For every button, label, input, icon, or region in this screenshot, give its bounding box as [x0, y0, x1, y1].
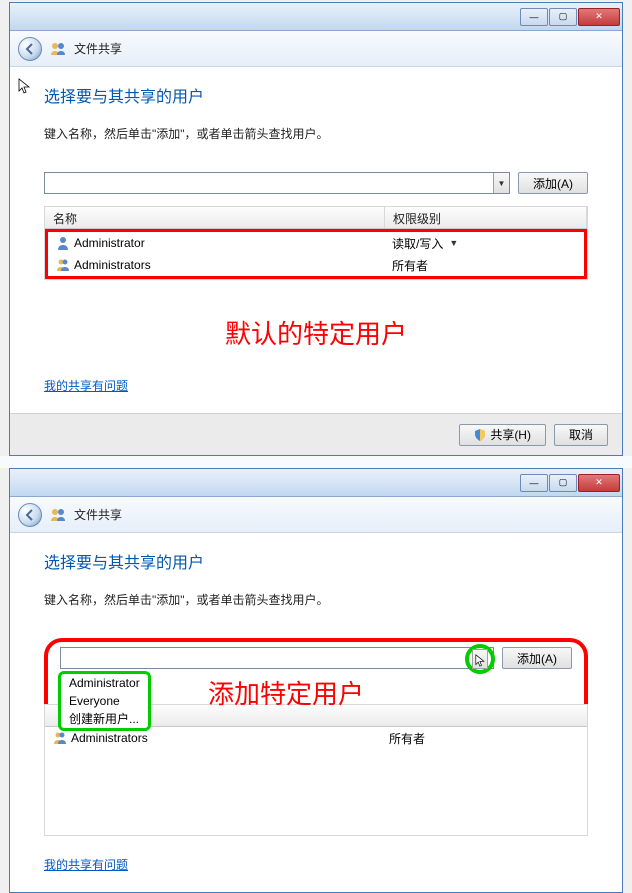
user-combo-box[interactable]: ▼ — [44, 172, 510, 194]
cursor-pointer-icon — [475, 654, 488, 667]
annotation-red-box: Administrator 读取/写入 ▼ Administrators 所有者 — [45, 229, 587, 279]
column-header-permission[interactable]: 权限级别 — [385, 207, 587, 228]
dropdown-button[interactable]: ▼ — [493, 173, 509, 193]
back-button[interactable] — [18, 503, 42, 527]
dialog-header: 文件共享 — [10, 497, 622, 533]
annotation-text: 添加特定用户 — [208, 674, 364, 711]
arrow-left-icon — [22, 507, 38, 523]
file-sharing-dialog-2: — ▢ ✕ 文件共享 选择要与其共享的用户 键入名称，然后单击"添加"，或者单击… — [9, 468, 623, 893]
section-heading: 选择要与其共享的用户 — [44, 83, 588, 107]
user-input[interactable] — [61, 648, 493, 668]
dropdown-item[interactable]: Administrator — [63, 674, 146, 692]
group-icon — [53, 731, 67, 745]
user-icon — [56, 236, 70, 250]
minimize-button[interactable]: — — [520, 8, 548, 26]
group-icon — [56, 258, 70, 272]
titlebar: — ▢ ✕ — [10, 3, 622, 31]
dropdown-list: Administrator Everyone 创建新用户... — [58, 671, 151, 731]
help-link[interactable]: 我的共享有问题 — [44, 858, 128, 872]
close-button[interactable]: ✕ — [578, 474, 620, 492]
user-name: Administrators — [74, 258, 151, 272]
dialog-footer: 共享(H) 取消 — [10, 413, 622, 455]
chevron-down-icon[interactable]: ▼ — [449, 238, 458, 248]
people-icon — [50, 507, 66, 523]
people-icon — [50, 41, 66, 57]
add-button[interactable]: 添加(A) — [518, 172, 588, 194]
maximize-button[interactable]: ▢ — [549, 8, 577, 26]
minimize-button[interactable]: — — [520, 474, 548, 492]
users-table: 名称 权限级别 Administrator 读取/写入 ▼ — [44, 206, 588, 280]
dropdown-button[interactable] — [472, 649, 488, 669]
user-name: Administrator — [74, 236, 145, 250]
file-sharing-dialog-1: — ▢ ✕ 文件共享 选择要与其共享的用户 键入名称，然后单击"添加"，或者单击… — [9, 2, 623, 456]
dropdown-item[interactable]: Everyone — [63, 692, 146, 710]
help-link[interactable]: 我的共享有问题 — [44, 379, 128, 393]
table-row[interactable]: Administrators 所有者 — [48, 254, 584, 276]
description-text: 键入名称，然后单击"添加"，或者单击箭头查找用户。 — [44, 591, 588, 608]
description-text: 键入名称，然后单击"添加"，或者单击箭头查找用户。 — [44, 125, 588, 142]
dialog-header: 文件共享 — [10, 31, 622, 67]
back-button[interactable] — [18, 37, 42, 61]
user-input[interactable] — [45, 173, 493, 193]
arrow-left-icon — [22, 41, 38, 57]
cancel-button[interactable]: 取消 — [554, 424, 608, 446]
dropdown-item[interactable]: 创建新用户... — [63, 710, 146, 728]
section-heading: 选择要与其共享的用户 — [44, 549, 588, 573]
titlebar: — ▢ ✕ — [10, 469, 622, 497]
table-row[interactable]: Administrator 读取/写入 ▼ — [48, 232, 584, 254]
share-button[interactable]: 共享(H) — [459, 424, 546, 446]
background-strip — [0, 456, 632, 468]
annotation-text: 默认的特定用户 — [44, 288, 588, 377]
shield-icon — [474, 429, 486, 441]
dialog-content: 选择要与其共享的用户 键入名称，然后单击"添加"，或者单击箭头查找用户。 ▼ 添… — [10, 67, 622, 413]
permission-value: 所有者 — [392, 257, 428, 274]
column-header-name[interactable]: 名称 — [45, 207, 385, 228]
maximize-button[interactable]: ▢ — [549, 474, 577, 492]
dialog-title: 文件共享 — [74, 506, 122, 523]
dialog-content: 选择要与其共享的用户 键入名称，然后单击"添加"，或者单击箭头查找用户。 Adm… — [10, 533, 622, 892]
dialog-title: 文件共享 — [74, 40, 122, 57]
user-name: Administrators — [71, 731, 148, 745]
permission-value: 读取/写入 — [392, 235, 443, 252]
annotation-green-oval — [465, 644, 495, 674]
close-button[interactable]: ✕ — [578, 8, 620, 26]
user-combo-box[interactable]: Administrator Everyone 创建新用户... — [60, 647, 494, 669]
permission-value: 所有者 — [389, 730, 425, 747]
add-button[interactable]: 添加(A) — [502, 647, 572, 669]
